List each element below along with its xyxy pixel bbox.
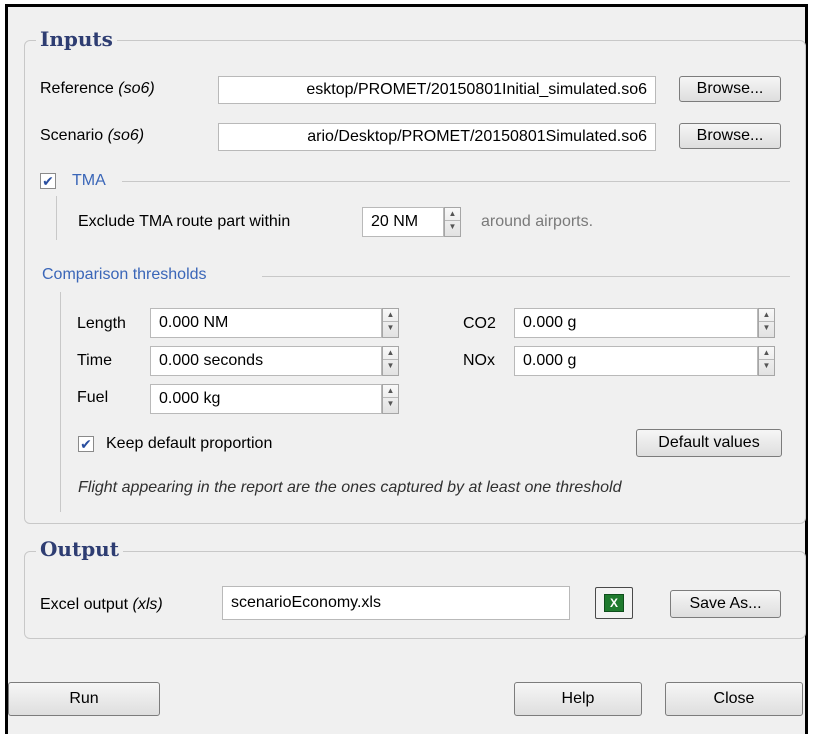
- co2-value: 0.000 g: [523, 314, 577, 331]
- spin-down-icon[interactable]: ▼: [759, 359, 774, 372]
- spin-down-icon[interactable]: ▼: [383, 397, 398, 410]
- spin-up-icon[interactable]: ▲: [383, 347, 398, 359]
- default-values-button[interactable]: Default values: [636, 429, 782, 457]
- length-value: 0.000 NM: [159, 314, 229, 331]
- reference-path-input[interactable]: esktop/PROMET/20150801Initial_simulated.…: [218, 76, 656, 104]
- tma-suffix: around airports.: [481, 213, 594, 230]
- output-group-title: Output: [36, 537, 123, 561]
- reference-browse-button[interactable]: Browse...: [679, 76, 781, 102]
- nox-value: 0.000 g: [523, 352, 577, 369]
- time-label: Time: [77, 352, 112, 369]
- tma-checkbox[interactable]: ✔: [40, 173, 56, 189]
- run-label: Run: [69, 690, 99, 707]
- spin-up-icon[interactable]: ▲: [383, 385, 398, 397]
- inputs-group-title: Inputs: [36, 27, 117, 51]
- excel-output-value: scenarioEconomy.xls: [231, 594, 381, 611]
- tma-indent-line: [56, 196, 57, 240]
- scenario-label: Scenario (so6): [40, 127, 145, 144]
- scenario-path-input[interactable]: ario/Desktop/PROMET/20150801Simulated.so…: [218, 123, 656, 151]
- spin-down-icon[interactable]: ▼: [445, 220, 460, 233]
- spin-down-icon[interactable]: ▼: [383, 321, 398, 334]
- length-spinner[interactable]: ▲ ▼: [382, 308, 399, 338]
- tma-separator: [122, 181, 790, 182]
- time-input[interactable]: 0.000 seconds: [150, 346, 382, 376]
- spin-down-icon[interactable]: ▼: [383, 359, 398, 372]
- excel-open-button[interactable]: X: [595, 587, 633, 619]
- scenario-browse-button[interactable]: Browse...: [679, 123, 781, 149]
- thresholds-separator: [262, 276, 790, 277]
- run-button[interactable]: Run: [8, 682, 160, 716]
- help-button[interactable]: Help: [514, 682, 642, 716]
- spin-up-icon[interactable]: ▲: [759, 347, 774, 359]
- keep-default-proportion-checkbox[interactable]: ✔: [78, 436, 94, 452]
- excel-output-input[interactable]: scenarioEconomy.xls: [222, 586, 570, 620]
- excel-output-hint: (xls): [132, 596, 163, 613]
- spin-up-icon[interactable]: ▲: [383, 309, 398, 321]
- save-as-label: Save As...: [689, 595, 762, 612]
- scenario-hint: (so6): [107, 127, 145, 144]
- thresholds-note: Flight appearing in the report are the o…: [78, 479, 622, 496]
- thresholds-indent-line: [60, 292, 61, 512]
- default-values-label: Default values: [658, 434, 760, 451]
- nox-spinner[interactable]: ▲ ▼: [758, 346, 775, 376]
- nox-input[interactable]: 0.000 g: [514, 346, 758, 376]
- nox-label: NOx: [463, 352, 495, 369]
- fuel-input[interactable]: 0.000 kg: [150, 384, 382, 414]
- tma-title: TMA: [72, 172, 106, 189]
- reference-label: Reference (so6): [40, 80, 155, 97]
- tma-exclude-label: Exclude TMA route part within: [78, 213, 291, 230]
- fuel-label: Fuel: [77, 389, 109, 406]
- time-value: 0.000 seconds: [159, 352, 264, 369]
- scenario-browse-label: Browse...: [696, 127, 764, 144]
- keep-default-proportion-label: Keep default proportion: [106, 435, 273, 452]
- help-label: Help: [561, 690, 595, 707]
- spin-down-icon[interactable]: ▼: [759, 321, 774, 334]
- tma-distance-value: 20 NM: [371, 213, 419, 230]
- tma-distance-spinner[interactable]: ▲ ▼: [444, 207, 461, 237]
- co2-input[interactable]: 0.000 g: [514, 308, 758, 338]
- co2-label: CO2: [463, 315, 496, 332]
- save-as-button[interactable]: Save As...: [670, 590, 781, 618]
- excel-icon: X: [604, 594, 624, 612]
- reference-hint: (so6): [118, 80, 155, 97]
- spin-up-icon[interactable]: ▲: [445, 208, 460, 220]
- length-input[interactable]: 0.000 NM: [150, 308, 382, 338]
- fuel-spinner[interactable]: ▲ ▼: [382, 384, 399, 414]
- fuel-value: 0.000 kg: [159, 390, 221, 407]
- thresholds-title: Comparison thresholds: [38, 266, 211, 284]
- time-spinner[interactable]: ▲ ▼: [382, 346, 399, 376]
- length-label: Length: [77, 315, 126, 332]
- co2-spinner[interactable]: ▲ ▼: [758, 308, 775, 338]
- close-button[interactable]: Close: [665, 682, 803, 716]
- tma-distance-input[interactable]: 20 NM: [362, 207, 444, 237]
- reference-browse-label: Browse...: [696, 80, 764, 97]
- spin-up-icon[interactable]: ▲: [759, 309, 774, 321]
- excel-output-label: Excel output (xls): [40, 596, 163, 613]
- close-label: Close: [713, 690, 755, 707]
